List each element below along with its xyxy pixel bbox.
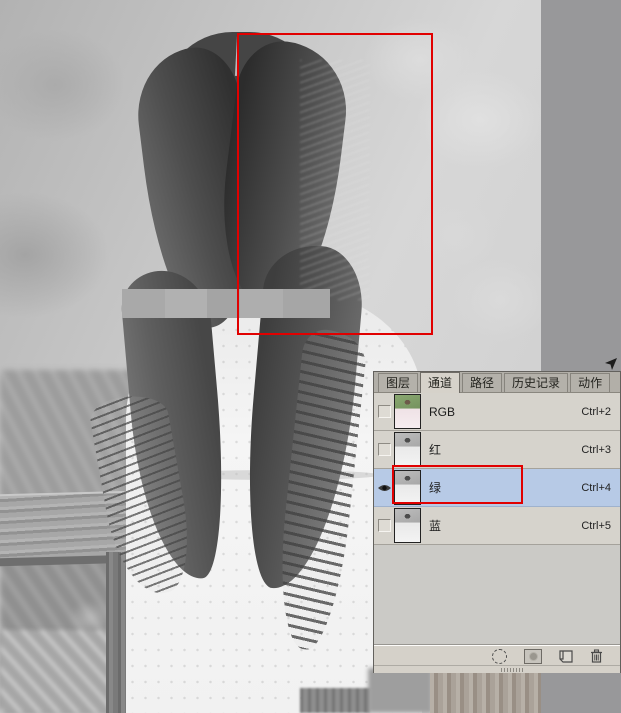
visibility-toggle[interactable] bbox=[374, 443, 394, 456]
channel-shortcut: Ctrl+2 bbox=[581, 406, 611, 418]
panel-tab-strip: 图层 通道 路径 历史记录 动作 bbox=[374, 372, 620, 393]
visibility-toggle[interactable] bbox=[374, 519, 394, 532]
channel-list-empty-area bbox=[374, 545, 620, 645]
dark-wood-bottom bbox=[300, 688, 370, 713]
blurred-post-bottom bbox=[368, 668, 432, 713]
visibility-toggle[interactable] bbox=[374, 483, 394, 493]
eye-icon bbox=[377, 483, 392, 493]
channel-thumbnail[interactable] bbox=[394, 432, 421, 467]
channel-shortcut: Ctrl+5 bbox=[581, 520, 611, 532]
censor-segment bbox=[207, 289, 240, 318]
channel-name: RGB bbox=[429, 405, 455, 419]
visibility-checkbox-empty[interactable] bbox=[378, 519, 391, 532]
channel-name: 红 bbox=[429, 441, 441, 458]
channel-thumbnail[interactable] bbox=[394, 508, 421, 543]
new-channel-button[interactable] bbox=[559, 650, 573, 663]
channel-thumbnail[interactable] bbox=[394, 394, 421, 429]
visibility-checkbox-empty[interactable] bbox=[378, 405, 391, 418]
trash-icon bbox=[590, 649, 603, 663]
tab-history[interactable]: 历史记录 bbox=[504, 373, 568, 392]
channel-row-rgb[interactable]: RGB Ctrl+2 bbox=[374, 393, 620, 431]
visibility-toggle[interactable] bbox=[374, 405, 394, 418]
tab-paths[interactable]: 路径 bbox=[462, 373, 502, 392]
green-channel-highlight-rectangle bbox=[392, 465, 523, 504]
channel-shortcut: Ctrl+4 bbox=[581, 482, 611, 494]
screenshot-root: 图层 通道 路径 历史记录 动作 RGB Ctrl+2 红 Ctrl+3 bbox=[0, 0, 621, 713]
square-circle-icon bbox=[524, 649, 542, 664]
delete-channel-button[interactable] bbox=[590, 649, 603, 663]
channel-row-blue[interactable]: 蓝 Ctrl+5 bbox=[374, 507, 620, 545]
tab-channels[interactable]: 通道 bbox=[420, 372, 460, 393]
channels-panel: 图层 通道 路径 历史记录 动作 RGB Ctrl+2 红 Ctrl+3 bbox=[373, 371, 621, 673]
resize-grip-icon bbox=[501, 668, 525, 672]
panel-footer bbox=[374, 645, 620, 666]
censor-segment bbox=[122, 289, 165, 318]
new-page-icon bbox=[559, 650, 573, 663]
censor-segment bbox=[165, 289, 207, 318]
dashed-circle-icon bbox=[492, 649, 507, 664]
panel-resize-bar[interactable] bbox=[374, 665, 620, 673]
visibility-checkbox-empty[interactable] bbox=[378, 443, 391, 456]
channel-row-red[interactable]: 红 Ctrl+3 bbox=[374, 431, 620, 469]
grass-streaks bbox=[0, 630, 110, 713]
selection-rectangle bbox=[237, 33, 433, 335]
channel-name: 蓝 bbox=[429, 517, 441, 534]
mouse-cursor-arrow bbox=[603, 356, 619, 372]
tab-actions[interactable]: 动作 bbox=[570, 373, 610, 392]
load-channel-as-selection-button[interactable] bbox=[492, 649, 507, 664]
tab-layers[interactable]: 图层 bbox=[378, 373, 418, 392]
channel-shortcut: Ctrl+3 bbox=[581, 444, 611, 456]
save-selection-as-channel-button[interactable] bbox=[524, 649, 542, 664]
